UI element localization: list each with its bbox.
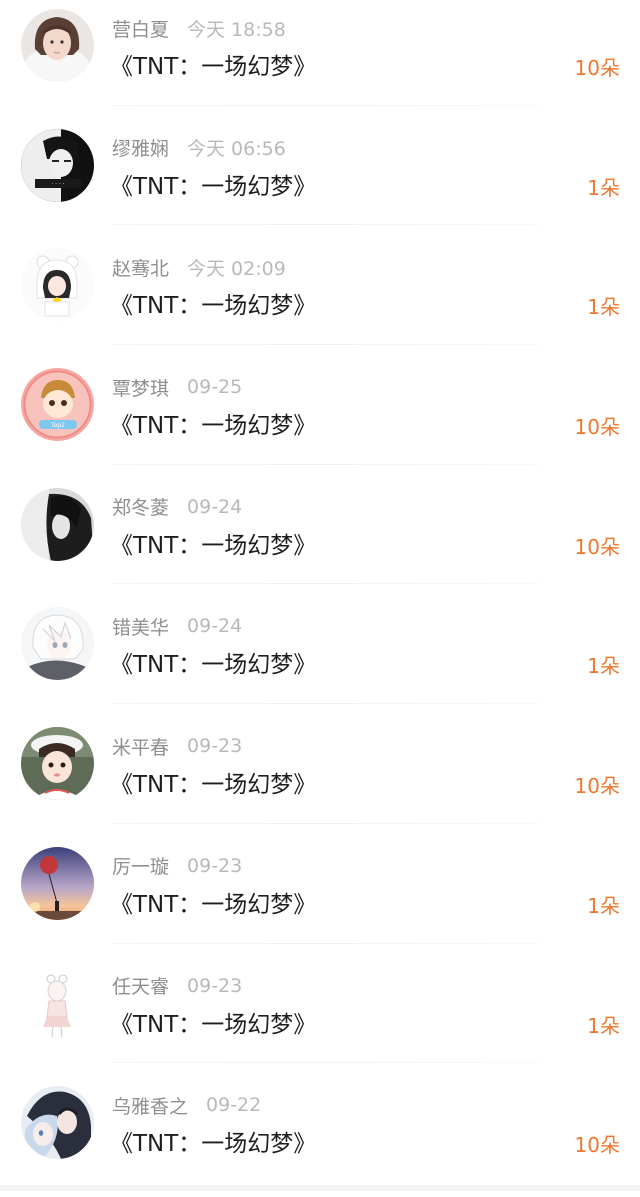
book-title[interactable]: 《TNT：一场幻梦》 <box>110 885 316 919</box>
list-item[interactable]: 错美华 09-24 《TNT：一场幻梦》 1朵 <box>0 598 640 718</box>
svg-text:Top2: Top2 <box>50 422 65 429</box>
record-time: 今天 06:56 <box>187 138 286 161</box>
record-time: 09-25 <box>187 376 243 399</box>
record-time: 今天 18:58 <box>187 18 286 41</box>
cartoon-bear-hood-avatar <box>21 248 94 322</box>
avatar[interactable] <box>21 1086 94 1160</box>
list-item[interactable]: · · · · 缪雅娴 今天 06:56 《TNT：一场幻梦》 1朵 <box>0 120 640 240</box>
list-item[interactable]: 赵骞北 今天 02:09 《TNT：一场幻梦》 1朵 <box>0 239 640 359</box>
divider <box>112 463 540 465</box>
book-title[interactable]: 《TNT：一场幻梦》 <box>110 1005 316 1039</box>
user-name[interactable]: 缪雅娴 <box>112 134 169 161</box>
user-name[interactable]: 覃梦琪 <box>112 374 169 401</box>
flower-amount: 10朵 <box>574 774 620 799</box>
flower-amount: 1朵 <box>587 295 620 320</box>
book-title[interactable]: 《TNT：一场幻梦》 <box>110 167 316 201</box>
list-item[interactable]: 营白夏 今天 18:58 《TNT：一场幻梦》 10朵 <box>0 0 640 120</box>
flower-amount: 10朵 <box>574 1133 620 1158</box>
divider <box>112 583 540 585</box>
user-name[interactable]: 米平春 <box>112 733 169 760</box>
user-name[interactable]: 乌雅香之 <box>112 1092 188 1119</box>
svg-text:· · · ·: · · · · <box>51 181 64 188</box>
list-item[interactable]: Top2 覃梦琪 09-25 《TNT：一场幻梦》 10朵 <box>0 359 640 479</box>
record-time: 09-24 <box>187 495 243 518</box>
user-name[interactable]: 任天睿 <box>112 972 169 999</box>
flower-amount: 10朵 <box>574 56 620 80</box>
list-item[interactable]: 任天睿 09-23 《TNT：一场幻梦》 1朵 <box>0 958 640 1078</box>
record-meta: 米平春 09-23 <box>112 732 242 760</box>
avatar[interactable] <box>21 9 94 82</box>
flower-amount: 10朵 <box>574 415 620 440</box>
flower-amount: 1朵 <box>587 893 620 918</box>
flower-amount: 10朵 <box>574 534 620 559</box>
user-name[interactable]: 厉一璇 <box>112 852 169 879</box>
user-name[interactable]: 赵骞北 <box>112 254 169 281</box>
avatar[interactable] <box>21 487 94 561</box>
book-title[interactable]: 《TNT：一场幻梦》 <box>110 1124 316 1158</box>
avatar[interactable]: Top2 <box>21 368 94 442</box>
record-time: 今天 02:09 <box>187 257 286 280</box>
record-meta: 赵骞北 今天 02:09 <box>112 253 286 281</box>
list-item[interactable]: 米平春 09-23 《TNT：一场幻梦》 10朵 <box>0 718 640 838</box>
user-name[interactable]: 郑冬菱 <box>112 493 169 520</box>
book-title[interactable]: 《TNT：一场幻梦》 <box>110 286 316 320</box>
gift-record-list: 营白夏 今天 18:58 《TNT：一场幻梦》 10朵 · · · · 缪雅娴 … <box>0 0 640 1197</box>
flower-amount: 1朵 <box>587 654 620 679</box>
bottom-bar <box>0 1185 640 1191</box>
divider <box>112 822 540 824</box>
avatar[interactable] <box>21 248 94 322</box>
divider <box>112 942 540 944</box>
girl-white-hood-avatar <box>21 9 94 82</box>
user-name[interactable]: 错美华 <box>112 613 169 640</box>
avatar[interactable] <box>21 846 94 920</box>
girl-white-hat-avatar <box>21 727 94 801</box>
avatar[interactable] <box>21 607 94 681</box>
flower-amount: 1朵 <box>587 175 620 200</box>
record-time: 09-23 <box>187 735 243 758</box>
record-meta: 错美华 09-24 <box>112 612 242 640</box>
record-time: 09-23 <box>187 974 243 997</box>
book-title[interactable]: 《TNT：一场幻梦》 <box>110 526 316 560</box>
list-item[interactable]: 厉一璇 09-23 《TNT：一场幻梦》 1朵 <box>0 838 640 958</box>
record-meta: 厉一璇 09-23 <box>112 852 242 880</box>
book-title[interactable]: 《TNT：一场幻梦》 <box>110 406 316 440</box>
balloon-sunset-avatar <box>21 846 94 920</box>
divider <box>112 224 540 226</box>
anime-white-hair-avatar <box>21 607 94 681</box>
record-meta: 营白夏 今天 18:58 <box>112 14 286 42</box>
record-meta: 覃梦琪 09-25 <box>112 373 242 401</box>
sketch-girl-avatar <box>21 966 94 1040</box>
record-time: 09-24 <box>187 615 243 638</box>
record-meta: 乌雅香之 09-22 <box>112 1091 261 1119</box>
divider <box>112 104 540 106</box>
monochrome-boy-avatar: · · · · <box>21 128 94 202</box>
list-item[interactable]: 乌雅香之 09-22 《TNT：一场幻梦》 10朵 <box>0 1077 640 1197</box>
user-name[interactable]: 营白夏 <box>112 15 169 42</box>
record-time: 09-22 <box>206 1094 262 1117</box>
list-item[interactable]: 郑冬菱 09-24 《TNT：一场幻梦》 10朵 <box>0 479 640 599</box>
divider <box>112 703 540 705</box>
avatar[interactable] <box>21 966 94 1040</box>
book-title[interactable]: 《TNT：一场幻梦》 <box>110 765 316 799</box>
book-title[interactable]: 《TNT：一场幻梦》 <box>110 645 316 679</box>
record-meta: 缪雅娴 今天 06:56 <box>112 134 286 162</box>
anime-blue-hair-avatar <box>21 1086 94 1160</box>
avatar[interactable]: · · · · <box>21 128 94 202</box>
divider <box>112 1062 540 1064</box>
record-meta: 郑冬菱 09-24 <box>112 493 242 521</box>
divider <box>112 344 540 346</box>
avatar[interactable] <box>21 727 94 801</box>
book-title[interactable]: 《TNT：一场幻梦》 <box>110 47 316 81</box>
record-meta: 任天睿 09-23 <box>112 972 242 1000</box>
record-time: 09-23 <box>187 854 243 877</box>
dark-hair-girl-avatar <box>21 487 94 561</box>
flower-amount: 1朵 <box>587 1013 620 1038</box>
cartoon-boy-badge-avatar: Top2 <box>21 368 94 442</box>
